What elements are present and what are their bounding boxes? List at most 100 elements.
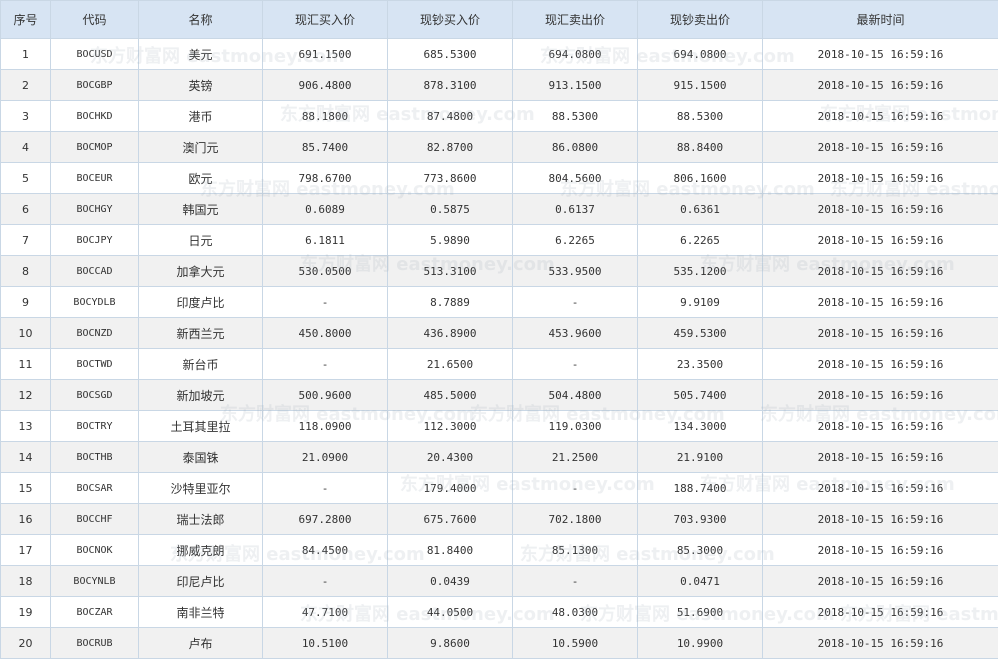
cell-spot-sell: 10.5900 xyxy=(513,628,638,659)
cell-name: 日元 xyxy=(139,225,263,256)
cell-name: 沙特里亚尔 xyxy=(139,473,263,504)
cell-spot-sell: 88.5300 xyxy=(513,101,638,132)
cell-name: 瑞士法郎 xyxy=(139,504,263,535)
cell-time: 2018-10-15 16:59:16 xyxy=(763,287,998,318)
cell-name: 卢布 xyxy=(139,628,263,659)
cell-index: 19 xyxy=(1,597,51,628)
cell-cash-buy: 773.8600 xyxy=(388,163,513,194)
cell-index: 12 xyxy=(1,380,51,411)
table-row[interactable]: 19BOCZAR南非兰特47.710044.050048.030051.6900… xyxy=(1,597,998,628)
table-row[interactable]: 17BOCNOK挪威克朗84.450081.840085.130085.3000… xyxy=(1,535,998,566)
header-cash-sell[interactable]: 现钞卖出价 xyxy=(638,1,763,39)
table-row[interactable]: 5BOCEUR欧元798.6700773.8600804.5600806.160… xyxy=(1,163,998,194)
cell-spot-buy: 691.1500 xyxy=(263,39,388,70)
cell-code: BOCSGD xyxy=(51,380,139,411)
cell-name: 新台币 xyxy=(139,349,263,380)
table-row[interactable]: 1BOCUSD美元691.1500685.5300694.0800694.080… xyxy=(1,39,998,70)
cell-name: 新加坡元 xyxy=(139,380,263,411)
cell-spot-buy: 500.9600 xyxy=(263,380,388,411)
cell-spot-sell: 85.1300 xyxy=(513,535,638,566)
cell-spot-sell: 804.5600 xyxy=(513,163,638,194)
table-row[interactable]: 11BOCTWD新台币-21.6500-23.35002018-10-15 16… xyxy=(1,349,998,380)
cell-spot-buy: 118.0900 xyxy=(263,411,388,442)
table-row[interactable]: 3BOCHKD港币88.180087.480088.530088.5300201… xyxy=(1,101,998,132)
cell-code: BOCCAD xyxy=(51,256,139,287)
cell-code: BOCJPY xyxy=(51,225,139,256)
cell-name: 美元 xyxy=(139,39,263,70)
cell-time: 2018-10-15 16:59:16 xyxy=(763,194,998,225)
cell-cash-buy: 179.4000 xyxy=(388,473,513,504)
header-index[interactable]: 序号 xyxy=(1,1,51,39)
cell-spot-sell: 86.0800 xyxy=(513,132,638,163)
cell-spot-sell: 533.9500 xyxy=(513,256,638,287)
cell-spot-buy: 6.1811 xyxy=(263,225,388,256)
cell-time: 2018-10-15 16:59:16 xyxy=(763,318,998,349)
cell-time: 2018-10-15 16:59:16 xyxy=(763,566,998,597)
cell-spot-sell: 119.0300 xyxy=(513,411,638,442)
cell-index: 18 xyxy=(1,566,51,597)
cell-code: BOCHKD xyxy=(51,101,139,132)
cell-spot-buy: 85.7400 xyxy=(263,132,388,163)
header-spot-buy[interactable]: 现汇买入价 xyxy=(263,1,388,39)
cell-spot-sell: - xyxy=(513,349,638,380)
table-row[interactable]: 13BOCTRY土耳其里拉118.0900112.3000119.0300134… xyxy=(1,411,998,442)
cell-time: 2018-10-15 16:59:16 xyxy=(763,411,998,442)
cell-cash-sell: 88.8400 xyxy=(638,132,763,163)
table-row[interactable]: 6BOCHGY韩国元0.60890.58750.61370.63612018-1… xyxy=(1,194,998,225)
cell-cash-buy: 685.5300 xyxy=(388,39,513,70)
header-latest-time[interactable]: 最新时间 xyxy=(763,1,998,39)
header-spot-sell[interactable]: 现汇卖出价 xyxy=(513,1,638,39)
cell-name: 挪威克朗 xyxy=(139,535,263,566)
cell-code: BOCTWD xyxy=(51,349,139,380)
cell-code: BOCHGY xyxy=(51,194,139,225)
cell-time: 2018-10-15 16:59:16 xyxy=(763,163,998,194)
table-row[interactable]: 20BOCRUB卢布10.51009.860010.590010.9900201… xyxy=(1,628,998,659)
cell-time: 2018-10-15 16:59:16 xyxy=(763,256,998,287)
cell-cash-sell: 85.3000 xyxy=(638,535,763,566)
cell-spot-sell: 48.0300 xyxy=(513,597,638,628)
cell-cash-sell: 23.3500 xyxy=(638,349,763,380)
cell-cash-buy: 20.4300 xyxy=(388,442,513,473)
cell-spot-buy: 798.6700 xyxy=(263,163,388,194)
header-name[interactable]: 名称 xyxy=(139,1,263,39)
table-row[interactable]: 10BOCNZD新西兰元450.8000436.8900453.9600459.… xyxy=(1,318,998,349)
cell-cash-buy: 8.7889 xyxy=(388,287,513,318)
header-cash-buy[interactable]: 现钞买入价 xyxy=(388,1,513,39)
table-row[interactable]: 7BOCJPY日元6.18115.98906.22656.22652018-10… xyxy=(1,225,998,256)
table-row[interactable]: 8BOCCAD加拿大元530.0500513.3100533.9500535.1… xyxy=(1,256,998,287)
cell-code: BOCYNLB xyxy=(51,566,139,597)
cell-cash-buy: 44.0500 xyxy=(388,597,513,628)
cell-index: 9 xyxy=(1,287,51,318)
cell-name: 泰国铢 xyxy=(139,442,263,473)
cell-cash-sell: 6.2265 xyxy=(638,225,763,256)
table-row[interactable]: 15BOCSAR沙特里亚尔-179.4000-188.74002018-10-1… xyxy=(1,473,998,504)
cell-code: BOCUSD xyxy=(51,39,139,70)
cell-cash-buy: 675.7600 xyxy=(388,504,513,535)
cell-spot-sell: 0.6137 xyxy=(513,194,638,225)
table-row[interactable]: 14BOCTHB泰国铢21.090020.430021.250021.91002… xyxy=(1,442,998,473)
header-code[interactable]: 代码 xyxy=(51,1,139,39)
table-row[interactable]: 12BOCSGD新加坡元500.9600485.5000504.4800505.… xyxy=(1,380,998,411)
cell-index: 8 xyxy=(1,256,51,287)
cell-spot-buy: - xyxy=(263,473,388,504)
table-row[interactable]: 16BOCCHF瑞士法郎697.2800675.7600702.1800703.… xyxy=(1,504,998,535)
table-row[interactable]: 4BOCMOP澳门元85.740082.870086.080088.840020… xyxy=(1,132,998,163)
cell-spot-sell: - xyxy=(513,473,638,504)
cell-index: 20 xyxy=(1,628,51,659)
cell-code: BOCGBP xyxy=(51,70,139,101)
table-row[interactable]: 2BOCGBP英镑906.4800878.3100913.1500915.150… xyxy=(1,70,998,101)
cell-code: BOCNZD xyxy=(51,318,139,349)
table-row[interactable]: 9BOCYDLB印度卢比-8.7889-9.91092018-10-15 16:… xyxy=(1,287,998,318)
cell-name: 英镑 xyxy=(139,70,263,101)
cell-cash-sell: 459.5300 xyxy=(638,318,763,349)
cell-time: 2018-10-15 16:59:16 xyxy=(763,225,998,256)
cell-index: 17 xyxy=(1,535,51,566)
table-body: 1BOCUSD美元691.1500685.5300694.0800694.080… xyxy=(1,39,998,659)
table-row[interactable]: 18BOCYNLB印尼卢比-0.0439-0.04712018-10-15 16… xyxy=(1,566,998,597)
cell-cash-sell: 806.1600 xyxy=(638,163,763,194)
cell-cash-buy: 87.4800 xyxy=(388,101,513,132)
cell-code: BOCNOK xyxy=(51,535,139,566)
cell-spot-buy: - xyxy=(263,349,388,380)
cell-code: BOCSAR xyxy=(51,473,139,504)
cell-index: 2 xyxy=(1,70,51,101)
